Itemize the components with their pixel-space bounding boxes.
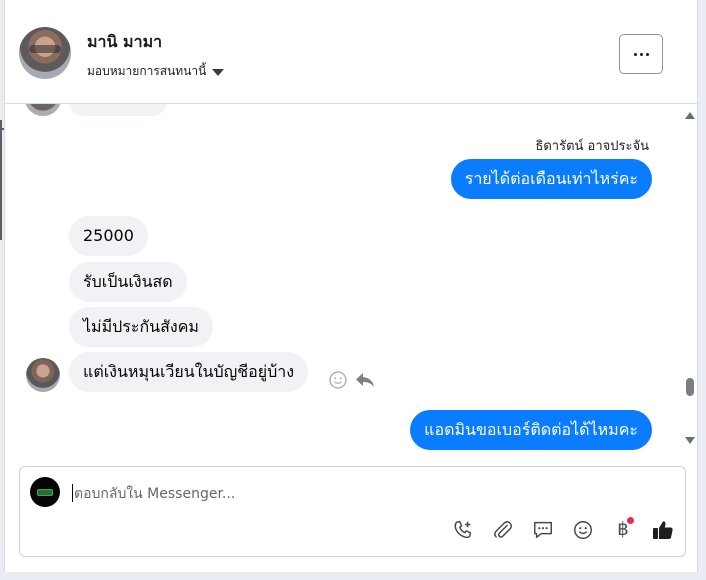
assign-conversation-label: มอบหมายการสนทนานี้	[87, 64, 207, 78]
message-bubble-partial	[69, 104, 167, 116]
message-list[interactable]: ธิดารัตน์ อาจประจัน รายได้ต่อเดือนเท่าไห…	[5, 104, 699, 456]
scroll-up-arrow-icon[interactable]	[685, 112, 695, 119]
page-avatar	[30, 477, 60, 507]
caret-down-icon	[212, 68, 225, 76]
reply-input[interactable]	[74, 483, 654, 505]
left-edge-bar	[0, 120, 2, 240]
assign-conversation-dropdown[interactable]: มอบหมายการสนทนานี้	[87, 62, 225, 81]
outgoing-message[interactable]: รายได้ต่อเดือนเท่าไหร่คะ	[450, 159, 652, 199]
thumbs-up-icon[interactable]	[650, 517, 676, 543]
bottom-strip	[0, 572, 706, 580]
baht-symbol: ฿	[617, 519, 629, 540]
sender-avatar	[25, 104, 61, 116]
incoming-message[interactable]: รับเป็นเงินสด	[69, 262, 187, 302]
phone-plus-icon[interactable]	[450, 517, 476, 543]
message-composer: ฿	[19, 466, 686, 557]
message-actions	[328, 370, 376, 394]
sender-avatar[interactable]	[26, 358, 60, 392]
baht-icon[interactable]: ฿	[610, 517, 636, 543]
reply-icon[interactable]	[354, 370, 376, 394]
scroll-down-arrow-icon[interactable]	[685, 437, 695, 444]
more-dot-icon	[639, 52, 643, 56]
conversation-header: มานิ มามา มอบหมายการสนทนานี้	[5, 0, 699, 104]
emoji-icon[interactable]	[570, 517, 596, 543]
notification-dot	[627, 517, 634, 524]
more-options-button[interactable]	[619, 34, 663, 74]
chat-bubble-icon[interactable]	[530, 517, 556, 543]
paperclip-icon[interactable]	[490, 517, 516, 543]
more-dot-icon	[645, 52, 649, 56]
scrollbar-thumb[interactable]	[686, 378, 694, 396]
incoming-message[interactable]: ไม่มีประกันสังคม	[69, 307, 213, 347]
contact-name[interactable]: มานิ มามา	[87, 30, 162, 55]
conversation-panel: มานิ มามา มอบหมายการสนทนานี้ ธิดารัตน์ อ…	[4, 0, 699, 572]
text-cursor	[72, 484, 73, 502]
contact-avatar[interactable]	[19, 27, 71, 79]
incoming-message[interactable]: 25000	[69, 216, 148, 256]
incoming-message[interactable]: แต่เงินหมุนเวียนในบัญชีอยู่บ้าง	[69, 352, 309, 392]
react-emoji-icon[interactable]	[328, 370, 348, 394]
message-sender-name: ธิดารัตน์ อาจประจัน	[535, 139, 649, 154]
composer-toolbar: ฿	[450, 517, 676, 543]
outgoing-message[interactable]: แอดมินขอเบอร์ติดต่อได้ไหมคะ	[410, 410, 652, 450]
more-dot-icon	[633, 52, 637, 56]
